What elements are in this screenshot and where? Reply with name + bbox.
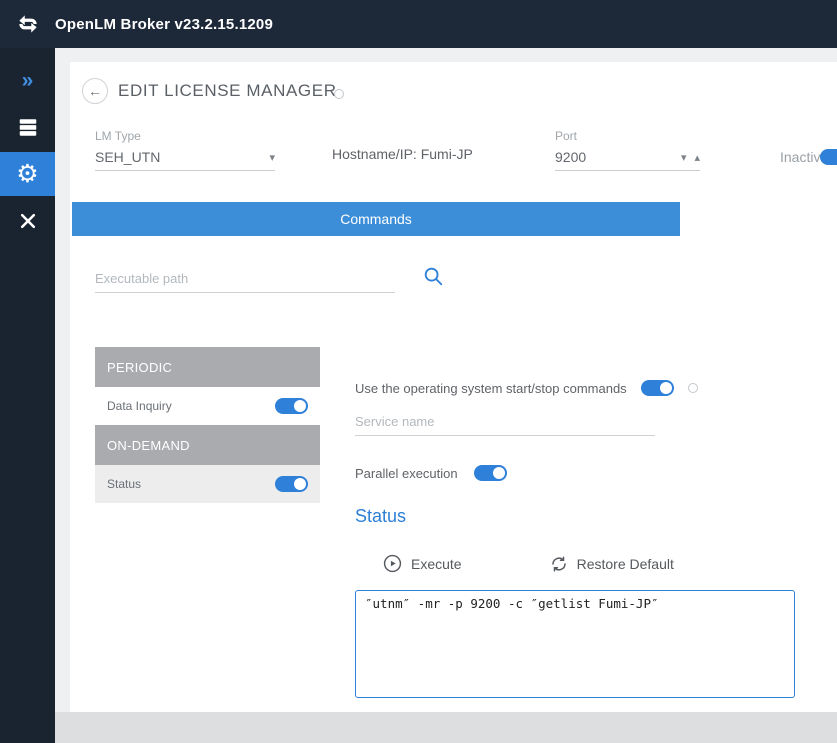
inactive-toggle[interactable]: [820, 149, 837, 165]
port-label: Port: [555, 129, 700, 143]
status-toggle[interactable]: [275, 476, 308, 492]
tools-icon: [18, 211, 38, 231]
os-commands-row: Use the operating system start/stop comm…: [355, 380, 698, 396]
search-icon[interactable]: [422, 265, 444, 287]
parallel-execution-toggle[interactable]: [474, 465, 507, 481]
list-item-data-inquiry[interactable]: Data Inquiry: [95, 387, 320, 425]
tab-bar: Commands: [70, 202, 837, 236]
top-bar: OpenLM Broker v23.2.15.1209: [0, 0, 837, 48]
chevron-up-icon[interactable]: ▴: [694, 151, 700, 164]
status-command-textarea[interactable]: ″utnm″ -mr -p 9200 -c ″getlist Fumi-JP″: [355, 590, 795, 698]
sidebar-item-tools[interactable]: [0, 199, 55, 243]
sidebar-item-broker-list[interactable]: [0, 105, 55, 149]
sidebar: » ⚙: [0, 48, 55, 743]
sidebar-expand-button[interactable]: »: [0, 58, 55, 102]
port-field: Port 9200 ▾ ▴: [555, 129, 700, 171]
os-commands-toggle[interactable]: [641, 380, 674, 396]
os-commands-circle-icon: [688, 383, 698, 393]
execute-button[interactable]: Execute: [383, 554, 462, 573]
parallel-execution-label: Parallel execution: [355, 466, 458, 481]
command-list: PERIODIC Data Inquiry ON-DEMAND Status: [95, 347, 320, 503]
lm-type-label: LM Type: [95, 129, 275, 143]
lm-type-value: SEH_UTN: [95, 149, 160, 165]
openlm-logo-icon: [15, 11, 41, 37]
broker-window: OpenLM Broker v23.2.15.1209 » ⚙ ← EDIT L…: [0, 0, 837, 743]
on-demand-header: ON-DEMAND: [95, 425, 320, 465]
status-section-heading: Status: [355, 506, 406, 527]
back-button[interactable]: ←: [82, 78, 108, 104]
chevrons-right-icon: »: [22, 70, 34, 91]
service-name-field: [355, 408, 655, 436]
play-circle-icon: [383, 554, 402, 573]
status-row-label: Status: [107, 477, 141, 491]
back-arrow-icon: ←: [88, 83, 102, 99]
data-inquiry-label: Data Inquiry: [107, 399, 172, 413]
bottom-scroll-area[interactable]: [55, 712, 837, 743]
executable-path-field: [95, 265, 395, 293]
page-title: EDIT LICENSE MANAGER: [118, 81, 337, 101]
edit-license-manager-panel: ← EDIT LICENSE MANAGER LM Type SEH_UTN ▾…: [70, 62, 837, 712]
lm-type-field: LM Type SEH_UTN ▾: [95, 129, 275, 171]
sidebar-item-settings[interactable]: ⚙: [0, 152, 55, 196]
executable-path-input[interactable]: [95, 265, 395, 293]
data-inquiry-toggle[interactable]: [275, 398, 308, 414]
restore-default-button[interactable]: Restore Default: [550, 554, 674, 573]
tab-commands[interactable]: Commands: [72, 202, 680, 236]
port-value: 9200: [555, 149, 586, 165]
list-item-status[interactable]: Status: [95, 465, 320, 503]
service-name-input[interactable]: [355, 408, 655, 436]
hostname-label: Hostname/IP: Fumi-JP: [332, 146, 473, 162]
server-stack-icon: [17, 116, 39, 138]
title-status-circle-icon: [334, 89, 344, 99]
parallel-execution-row: Parallel execution: [355, 465, 507, 481]
port-select[interactable]: 9200 ▾ ▴: [555, 149, 700, 171]
app-title: OpenLM Broker v23.2.15.1209: [55, 16, 273, 33]
periodic-header: PERIODIC: [95, 347, 320, 387]
lm-type-select[interactable]: SEH_UTN ▾: [95, 149, 275, 171]
os-commands-label: Use the operating system start/stop comm…: [355, 381, 627, 396]
chevron-down-icon: ▾: [269, 151, 275, 164]
status-actions: Execute Restore Default: [383, 554, 674, 573]
gear-icon: ⚙: [16, 162, 38, 187]
refresh-icon: [550, 555, 568, 573]
chevron-down-icon[interactable]: ▾: [681, 151, 687, 164]
